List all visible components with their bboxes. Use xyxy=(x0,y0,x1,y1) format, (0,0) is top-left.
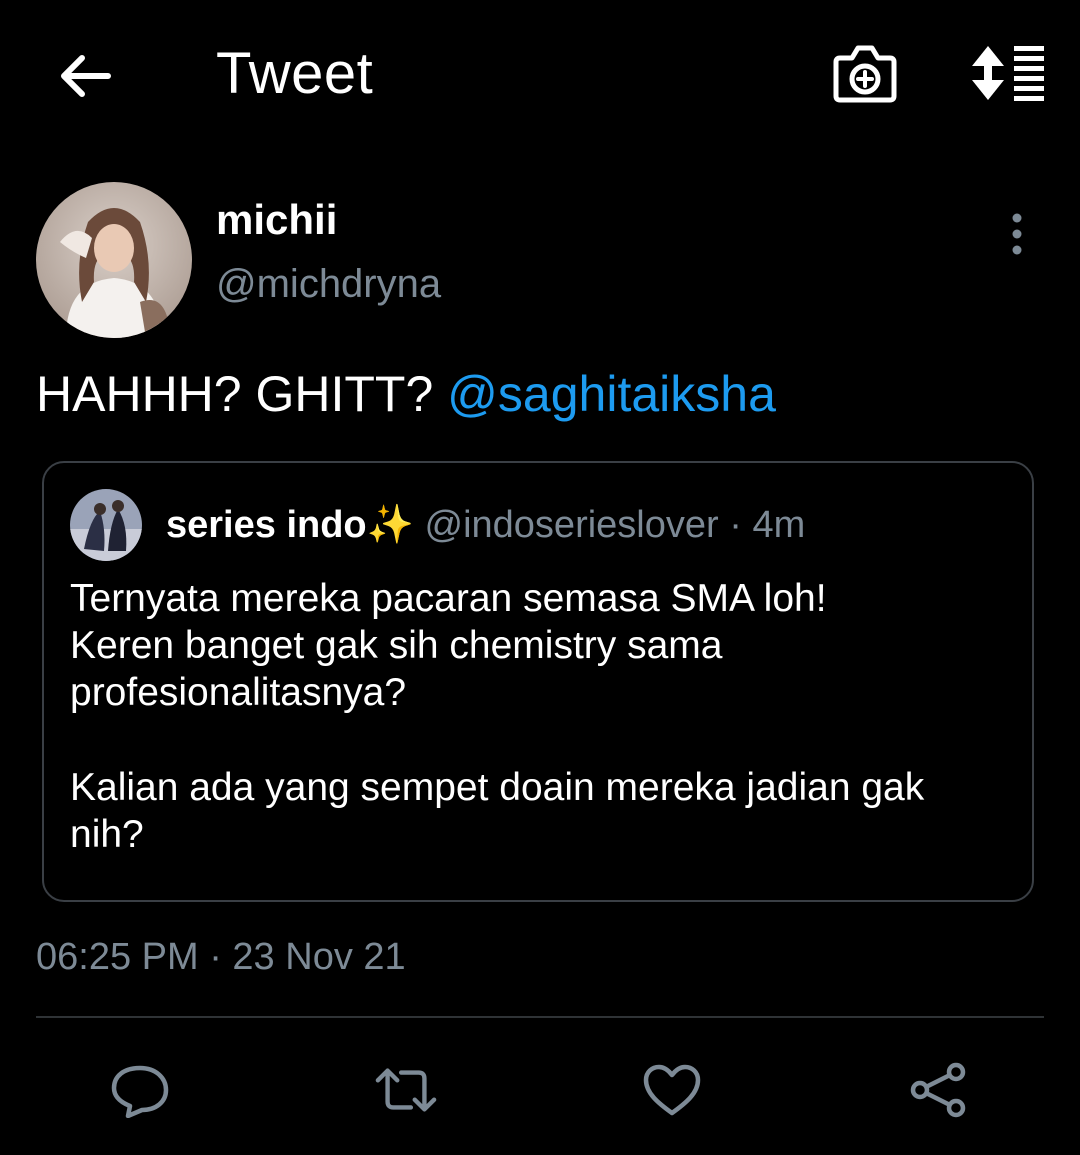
retweet-button[interactable] xyxy=(374,1058,438,1122)
camera-button[interactable] xyxy=(830,40,900,106)
camera-plus-icon xyxy=(833,45,897,103)
tweet-timestamp: 06:25 PM · 23 Nov 21 xyxy=(36,936,406,978)
retweet-icon xyxy=(375,1068,437,1112)
quoted-tweet-header: series indo✨ @indoserieslover · 4m xyxy=(166,503,805,547)
share-icon xyxy=(910,1062,966,1118)
sort-list-icon xyxy=(972,46,1044,101)
quoted-time: · 4m xyxy=(729,504,806,546)
author-handle[interactable]: @michdryna xyxy=(216,262,441,307)
quoted-display-name: series indo✨ xyxy=(166,504,414,546)
mention-link[interactable]: @saghitaiksha xyxy=(447,366,776,422)
share-button[interactable] xyxy=(906,1058,970,1122)
avatar-photo xyxy=(36,182,192,338)
quoted-handle: @indoserieslover xyxy=(424,504,719,546)
quoted-line: Kalian ada yang sempet doain mereka jadi… xyxy=(70,766,925,809)
divider xyxy=(36,1016,1044,1018)
heart-icon xyxy=(643,1064,701,1116)
sort-button[interactable] xyxy=(966,42,1050,104)
author-avatar[interactable] xyxy=(36,182,192,338)
quoted-line: Ternyata mereka pacaran semasa SMA loh! xyxy=(70,577,827,620)
quoted-line: Keren banget gak sih chemistry sama xyxy=(70,624,723,667)
quoted-author-avatar[interactable] xyxy=(70,489,142,561)
more-vertical-icon xyxy=(1012,213,1022,255)
page-title: Tweet xyxy=(216,41,374,106)
tweet-detail-screen: Tweet michii @michdryna HAHHH? GHITT? @s… xyxy=(0,0,1080,1155)
arrow-left-icon xyxy=(61,55,111,97)
quoted-tweet-text: Ternyata mereka pacaran semasa SMA loh! … xyxy=(70,575,1010,858)
reply-button[interactable] xyxy=(108,1058,172,1122)
back-button[interactable] xyxy=(52,46,116,106)
tweet-text-body: HAHHH? GHITT? xyxy=(36,366,434,422)
more-options-button[interactable] xyxy=(1000,210,1034,258)
top-app-bar: Tweet xyxy=(0,0,1080,150)
tweet-text: HAHHH? GHITT? @saghitaiksha xyxy=(36,365,776,423)
quoted-line: profesionalitasnya? xyxy=(70,671,407,714)
quoted-avatar-photo xyxy=(70,489,142,561)
like-button[interactable] xyxy=(640,1058,704,1122)
quoted-line: nih? xyxy=(70,813,144,856)
quoted-tweet-card[interactable]: series indo✨ @indoserieslover · 4m Terny… xyxy=(42,461,1034,902)
reply-icon xyxy=(111,1065,169,1118)
author-display-name[interactable]: michii xyxy=(216,196,337,244)
